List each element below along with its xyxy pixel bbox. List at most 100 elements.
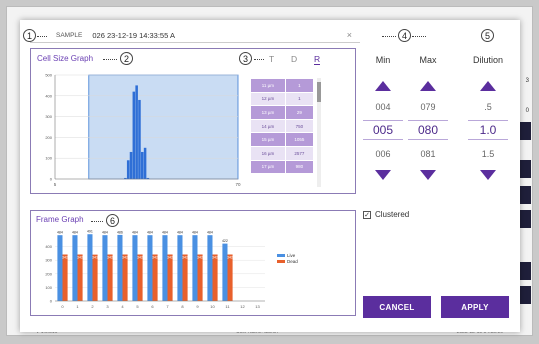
x-tick-label: 10 — [210, 304, 215, 309]
callout-1-leader — [37, 36, 47, 37]
sample-label: SAMPLE — [56, 32, 83, 39]
cell-size-chart: 500 400 300 200 100 05 70 — [45, 73, 241, 188]
data-label: 342 — [107, 255, 113, 259]
data-label: 486 — [117, 230, 123, 234]
frame-bar-live — [102, 235, 108, 301]
data-label: 342 — [122, 255, 128, 259]
size-table-row[interactable]: 12 µm 1 — [250, 91, 315, 107]
dilution-down-button[interactable] — [473, 165, 503, 185]
frame-bar-dead — [77, 254, 83, 301]
size-bar — [143, 147, 147, 179]
size-table-row[interactable]: 14 µm 750 — [250, 118, 315, 134]
dilution-next-value: 1.5 — [481, 149, 495, 159]
tab-r[interactable]: R — [314, 54, 321, 65]
size-cell: 16 µm — [250, 145, 286, 161]
data-label: 491 — [87, 230, 93, 234]
selection-range — [88, 74, 239, 180]
min-current-value[interactable]: 005 — [363, 120, 403, 140]
adjust-dialog: SAMPLE 026 23-12-19 14:33:55 A × 1 Cell … — [20, 20, 520, 332]
y-tick-label: 0 — [50, 177, 53, 182]
x-tick-label: 5 — [54, 182, 57, 187]
data-label: 484 — [102, 231, 108, 235]
frame-bar-dead — [122, 254, 128, 301]
x-tick-label: 0 — [61, 304, 64, 309]
count-cell: 1055 — [284, 132, 315, 147]
x-tick-label: 2 — [91, 304, 94, 309]
data-label: 484 — [162, 231, 168, 235]
size-bar — [135, 85, 138, 179]
sample-value: 026 23-12-19 14:33:55 A — [92, 31, 175, 40]
size-table-row[interactable]: 15 µm 1055 — [250, 132, 315, 147]
max-down-button[interactable] — [413, 165, 443, 185]
dilution-label: Dilution — [472, 55, 503, 65]
callout-6-leader — [91, 221, 103, 222]
size-table: 11 µm 1 12 µm 1 13 µm 29 14 µm 750 15 µm 1055 16 µ… — [250, 78, 315, 175]
callout-2: 2 — [120, 52, 133, 65]
callout-4-leader — [382, 36, 396, 37]
chevron-up-icon — [420, 81, 436, 91]
min-up-button[interactable] — [368, 76, 398, 96]
count-cell: 750 — [284, 118, 315, 134]
callout-4: 4 — [398, 29, 411, 42]
size-table-row[interactable]: 16 µm 2577 — [250, 145, 315, 161]
legend-label-dead: Dead — [287, 259, 298, 264]
size-cell: 15 µm — [250, 132, 286, 147]
max-next-value: 081 — [420, 149, 436, 159]
frame-bar-dead — [62, 254, 68, 301]
y-tick-label: 100 — [45, 285, 52, 290]
frame-bar-live — [177, 235, 183, 301]
frame-bar-live — [162, 235, 168, 301]
scroll-thumb[interactable] — [317, 82, 321, 102]
dilution-up-button[interactable] — [473, 76, 503, 96]
size-table-scrollbar[interactable] — [317, 78, 321, 187]
background-number-2: 0 — [525, 108, 529, 114]
data-label: 484 — [192, 231, 198, 235]
count-cell: 29 — [284, 105, 315, 120]
x-tick-label: 4 — [121, 304, 124, 309]
size-table-row[interactable]: 17 µm 980 — [250, 159, 315, 175]
callout-1: 1 — [23, 29, 36, 42]
cancel-button[interactable]: CANCEL — [363, 296, 431, 318]
y-tick-label: 400 — [45, 244, 52, 249]
count-cell: 980 — [284, 159, 315, 175]
callout-4-leader — [412, 36, 426, 37]
cell-size-graph-panel: Cell Size Graph 2 3 T D R 500 400 300 200 10… — [30, 48, 356, 194]
y-tick-label: 300 — [45, 114, 52, 119]
callout-3: 3 — [239, 52, 252, 65]
max-current-value[interactable]: 080 — [408, 120, 448, 140]
size-table-row[interactable]: 13 µm 29 — [250, 105, 315, 120]
min-down-button[interactable] — [368, 165, 398, 185]
size-cell: 11 µm — [250, 78, 286, 93]
data-label: 342 — [152, 255, 158, 259]
data-label: 484 — [147, 231, 153, 235]
legend-label-live: Live — [287, 253, 296, 258]
dilution-current-value[interactable]: 1.0 — [468, 120, 508, 140]
frame-graph-title: Frame Graph — [36, 215, 84, 224]
tab-d[interactable]: D — [291, 54, 297, 64]
data-label: 422 — [222, 239, 228, 243]
size-table-row[interactable]: 11 µm 1 — [250, 78, 315, 93]
frame-bar-dead — [197, 254, 203, 301]
data-label: 342 — [62, 255, 68, 259]
dilution-prev-value: .5 — [484, 102, 492, 112]
checkbox-checked-icon: ✓ — [363, 210, 371, 219]
frame-bar-live — [117, 234, 123, 301]
frame-legend: Live Dead — [277, 253, 298, 265]
chevron-down-icon — [480, 170, 496, 180]
tab-t[interactable]: T — [269, 54, 274, 64]
chevron-down-icon — [420, 170, 436, 180]
apply-button[interactable]: APPLY — [441, 296, 509, 318]
legend-swatch-live — [277, 254, 285, 257]
clustered-checkbox[interactable]: ✓ Clustered — [363, 210, 409, 219]
frame-bar-live — [87, 234, 93, 301]
max-up-button[interactable] — [413, 76, 443, 96]
legend-item-dead: Dead — [277, 259, 298, 264]
data-label: 342 — [227, 255, 233, 259]
data-label: 342 — [77, 255, 83, 259]
x-tick-label: 5 — [136, 304, 139, 309]
close-icon[interactable]: × — [347, 30, 352, 40]
callout-6: 6 — [106, 214, 119, 227]
data-label: 342 — [167, 255, 173, 259]
x-tick-label: 9 — [196, 304, 199, 309]
size-cell: 14 µm — [250, 118, 286, 134]
